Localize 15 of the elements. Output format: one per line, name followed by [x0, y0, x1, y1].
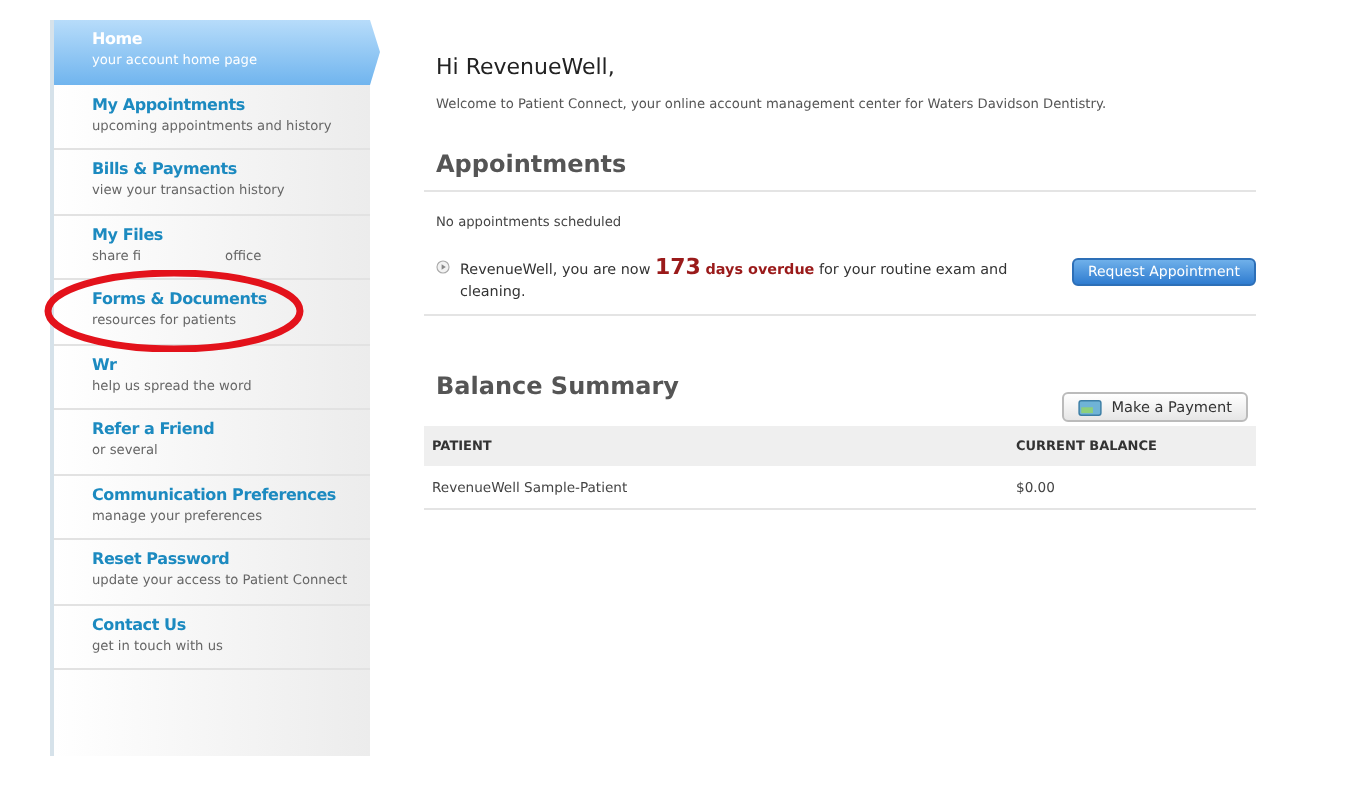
item-title: Home [92, 28, 145, 50]
item-title: Forms & Documents [92, 288, 269, 310]
item-title: My Appointments [92, 93, 247, 115]
item-title: My Files [92, 223, 165, 245]
item-title: Refer a Friend [92, 418, 217, 440]
section-heading: Balance Summary [436, 372, 679, 400]
section-heading: Appointments [424, 150, 1256, 192]
item-title: Bills & Payments [92, 158, 239, 180]
item-title: Reset Password [92, 548, 232, 570]
play-icon [436, 260, 450, 274]
item-title: Contact Us [92, 613, 188, 635]
item-title: Wr [92, 353, 119, 375]
item-title: Communication Preferences [92, 483, 338, 505]
greeting: Hi RevenueWell, [436, 54, 617, 80]
payment-card-icon [1077, 399, 1102, 415]
